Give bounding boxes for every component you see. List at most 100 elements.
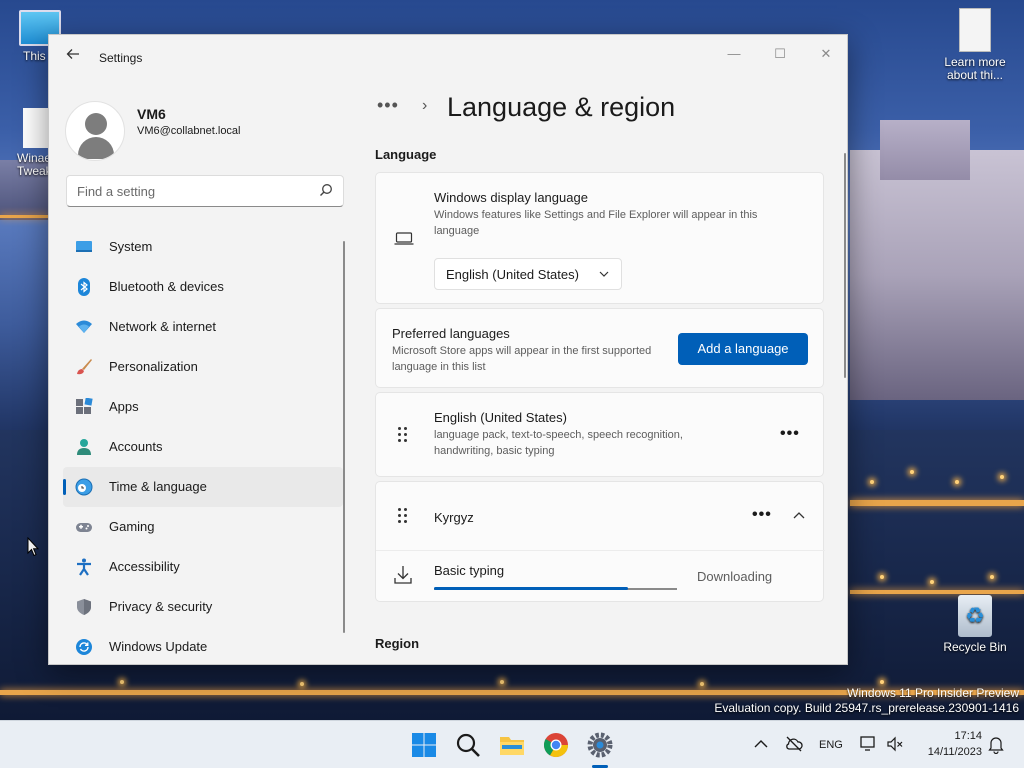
more-options-button[interactable]: •••	[752, 506, 772, 524]
desktop-icon-label: Recycle Bin	[943, 640, 1007, 654]
chrome-icon[interactable]	[542, 731, 570, 759]
laptop-icon	[394, 232, 414, 245]
gamepad-icon	[76, 523, 92, 532]
sidebar-item-label: Privacy & security	[109, 599, 213, 614]
section-language-heading: Language	[375, 147, 437, 162]
breadcrumb-more-button[interactable]: •••	[377, 95, 399, 116]
file-explorer-icon[interactable]	[498, 731, 526, 759]
desktop-icon-recycle-bin[interactable]: ♻ Recycle Bin	[940, 595, 1010, 654]
sidebar-item-label: Windows Update	[109, 639, 208, 654]
sidebar-item-label: Network & internet	[109, 319, 216, 334]
watermark-line2: Evaluation copy. Build 25947.rs_prerelea…	[714, 701, 1019, 715]
sidebar-item-apps[interactable]: Apps	[63, 387, 343, 427]
cloud-offline-icon[interactable]	[785, 736, 803, 752]
sidebar-item-label: Gaming	[109, 519, 155, 534]
drag-handle-icon[interactable]	[398, 508, 410, 526]
preferred-languages-card: Preferred languages Microsoft Store apps…	[375, 308, 824, 388]
desktop-icon-learn-more[interactable]: Learn more about thi...	[940, 8, 1010, 82]
back-arrow-icon[interactable]	[63, 47, 83, 67]
sidebar-item-time-language[interactable]: Time & language	[63, 467, 343, 507]
preferred-languages-description: Microsoft Store apps will appear in the …	[392, 345, 652, 373]
settings-window: Settings — ☐ ✕ VM6 VM6@collabnet.local F…	[48, 34, 848, 665]
avatar[interactable]	[65, 101, 125, 161]
sidebar-item-label: Bluetooth & devices	[109, 279, 224, 294]
drag-handle-icon[interactable]	[398, 427, 410, 445]
search-input[interactable]: Find a setting	[66, 175, 344, 207]
more-options-button[interactable]: •••	[780, 425, 800, 443]
start-icon[interactable]	[410, 731, 438, 759]
language-features: language pack, text-to-speech, speech re…	[434, 429, 683, 457]
chevron-up-icon[interactable]	[793, 511, 805, 519]
watermark-line1: Windows 11 Pro Insider Preview	[847, 686, 1019, 700]
sidebar-nav: System Bluetooth & devices Network & int…	[63, 227, 343, 664]
desktop-icon-winaero-tweaker[interactable]: Winae Tweak	[0, 108, 52, 178]
language-item-kyrgyz[interactable]: Kyrgyz ••• Basic typing Downloading	[375, 481, 825, 602]
download-status: Downloading	[697, 569, 773, 584]
add-language-button[interactable]: Add a language	[678, 333, 808, 365]
display-language-selected: English (United States)	[446, 267, 579, 282]
chevron-down-icon	[599, 271, 609, 277]
sidebar-item-label: Accounts	[109, 439, 163, 454]
search-icon[interactable]	[454, 731, 482, 759]
chevron-up-icon[interactable]	[754, 739, 768, 749]
sidebar-item-accessibility[interactable]: Accessibility	[63, 547, 343, 587]
language-item-english[interactable]: English (United States) language pack, t…	[375, 392, 824, 477]
sidebar-item-accounts[interactable]: Accounts	[63, 427, 343, 467]
sidebar-item-network[interactable]: Network & internet	[63, 307, 343, 347]
display-language-card: Windows display language Windows feature…	[375, 172, 824, 304]
display-language-description: Windows features like Settings and File …	[434, 209, 758, 237]
taskbar: ENG 17:14 14/11/2023	[0, 720, 1024, 768]
sidebar-item-label: System	[109, 239, 153, 254]
clock-date[interactable]: 14/11/2023	[918, 746, 982, 758]
desktop-icon-label: about thi...	[946, 68, 1004, 82]
sidebar-item-label: Personalization	[109, 359, 198, 374]
settings-icon[interactable]	[586, 731, 614, 759]
download-feature-name: Basic typing	[434, 563, 505, 578]
title-bar[interactable]: Settings — ☐ ✕	[49, 35, 847, 81]
user-name: VM6	[137, 106, 166, 122]
language-name: Kyrgyz	[434, 510, 474, 525]
window-title: Settings	[99, 51, 143, 65]
shield-icon	[77, 599, 91, 615]
person-icon	[77, 439, 91, 455]
recycle-bin-icon: ♻	[958, 595, 992, 637]
selection-indicator	[63, 479, 66, 495]
bluetooth-icon	[78, 278, 90, 296]
user-email: VM6@collabnet.local	[137, 125, 241, 137]
apps-icon	[76, 398, 93, 414]
sidebar-item-gaming[interactable]: Gaming	[63, 507, 343, 547]
sidebar-item-system[interactable]: System	[63, 227, 343, 267]
sidebar-scrollbar[interactable]	[343, 241, 345, 633]
wifi-icon	[76, 320, 92, 333]
accessibility-icon	[77, 558, 91, 576]
breadcrumb-separator-icon: ›	[422, 97, 428, 114]
input-language-indicator[interactable]: ENG	[819, 739, 843, 751]
update-icon	[76, 639, 92, 655]
language-name: English (United States)	[434, 410, 567, 425]
network-icon[interactable]	[860, 736, 878, 752]
mouse-cursor-icon	[27, 537, 39, 557]
display-language-title: Windows display language	[434, 190, 588, 205]
download-icon	[394, 566, 412, 584]
content-scrollbar[interactable]	[844, 153, 846, 378]
display-language-dropdown[interactable]: English (United States)	[434, 258, 622, 290]
maximize-button[interactable]: ☐	[757, 39, 803, 69]
volume-muted-icon[interactable]	[886, 736, 904, 752]
monitor-icon	[76, 241, 92, 252]
sidebar-item-label: Accessibility	[109, 559, 180, 574]
brush-icon	[77, 359, 92, 375]
download-progress-bar	[434, 587, 677, 590]
page-title: Language & region	[447, 92, 676, 122]
sidebar-item-label: Apps	[109, 399, 139, 414]
close-button[interactable]: ✕	[803, 39, 847, 69]
sidebar-item-privacy[interactable]: Privacy & security	[63, 587, 343, 627]
sidebar-item-bluetooth[interactable]: Bluetooth & devices	[63, 267, 343, 307]
notification-bell-icon[interactable]	[988, 736, 1004, 754]
search-icon	[320, 184, 332, 196]
clock-time[interactable]: 17:14	[948, 730, 982, 742]
minimize-button[interactable]: —	[711, 39, 757, 69]
document-icon	[959, 8, 991, 52]
sidebar-item-personalization[interactable]: Personalization	[63, 347, 343, 387]
sidebar-item-windows-update[interactable]: Windows Update	[63, 627, 343, 664]
sidebar-item-label: Time & language	[109, 479, 207, 494]
